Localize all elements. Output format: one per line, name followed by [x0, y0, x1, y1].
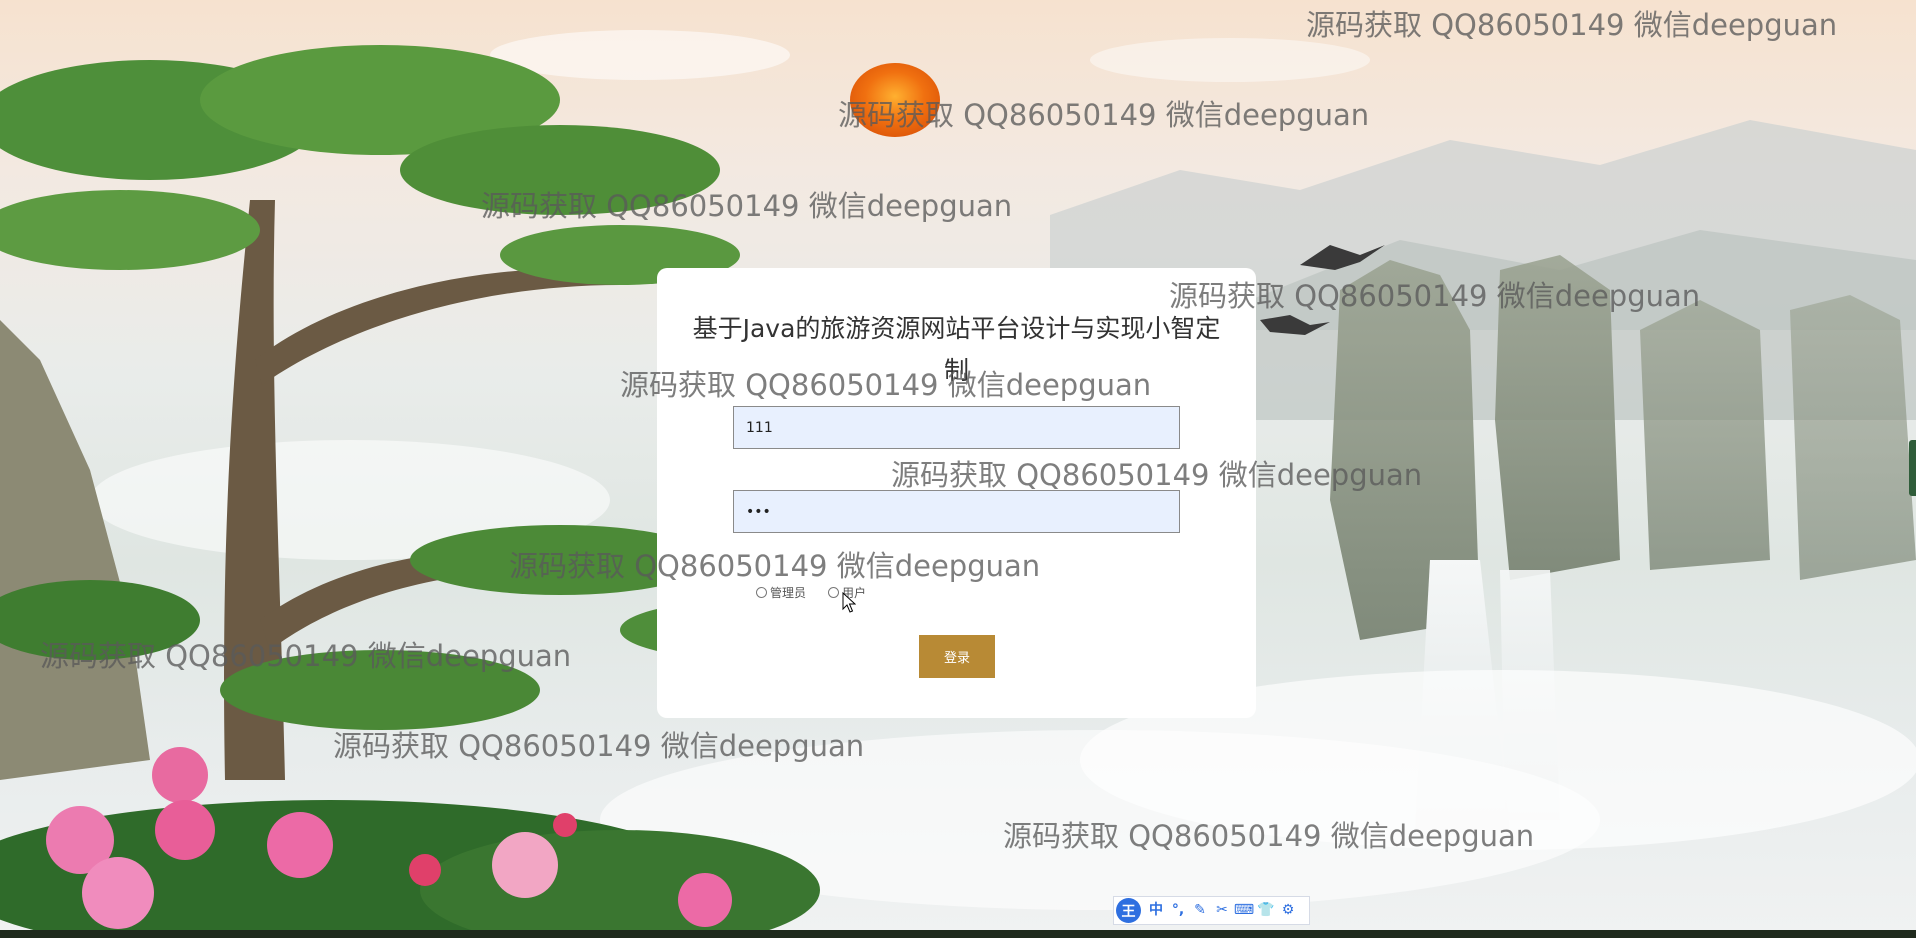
role-radio-group: 管理员 用户 [756, 584, 888, 601]
login-page: 基于Java的旅游资源网站平台设计与实现小智定制 管理员 用户 登录 源码获取 … [0, 0, 1916, 938]
radio-user[interactable] [828, 587, 840, 598]
ime-settings-icon[interactable]: ⚙ [1277, 897, 1299, 924]
ime-logo-icon[interactable]: 王 [1116, 898, 1141, 923]
ime-handwriting-icon[interactable]: ✎ [1189, 897, 1211, 924]
role-label-admin: 管理员 [770, 586, 807, 600]
page-title: 基于Java的旅游资源网站平台设计与实现小智定制 [692, 314, 1221, 385]
mouse-cursor-icon [842, 592, 856, 613]
ime-chinese-mode-icon[interactable]: 中 [1145, 897, 1167, 924]
login-card: 基于Java的旅游资源网站平台设计与实现小智定制 管理员 用户 登录 [657, 268, 1256, 718]
ime-punctuation-icon[interactable]: °, [1167, 897, 1189, 924]
password-input[interactable] [733, 490, 1180, 533]
ime-screenshot-icon[interactable]: ✂ [1211, 897, 1233, 924]
login-button[interactable]: 登录 [919, 635, 995, 678]
radio-admin[interactable] [756, 587, 767, 598]
bottom-strip [0, 930, 1916, 938]
ime-toolbar: 王 中 °, ✎ ✂ ⌨ 👕 ⚙ [1113, 896, 1310, 925]
ime-skin-icon[interactable]: 👕 [1255, 897, 1277, 924]
sun [850, 63, 940, 137]
account-input[interactable] [733, 406, 1180, 449]
side-edge-tab[interactable] [1909, 440, 1916, 496]
role-option-admin[interactable]: 管理员 [756, 584, 806, 601]
ime-keyboard-icon[interactable]: ⌨ [1233, 897, 1255, 924]
